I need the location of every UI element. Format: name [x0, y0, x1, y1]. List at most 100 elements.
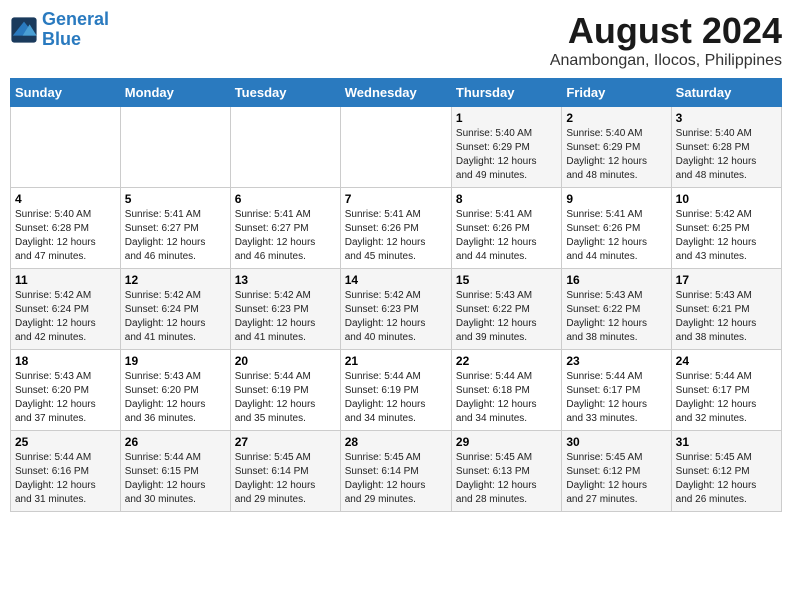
calendar-cell: 13 Sunrise: 5:42 AM Sunset: 6:23 PM Dayli… — [230, 269, 340, 350]
day-number: 28 — [345, 435, 447, 449]
day-info: Sunrise: 5:42 AM Sunset: 6:25 PM Dayligh… — [676, 208, 777, 264]
day-info: Sunrise: 5:40 AM Sunset: 6:28 PM Dayligh… — [676, 127, 777, 183]
day-number: 30 — [566, 435, 666, 449]
day-number: 10 — [676, 192, 777, 206]
column-header-wednesday: Wednesday — [340, 79, 451, 107]
day-number: 23 — [566, 354, 666, 368]
logo: General Blue — [10, 10, 109, 50]
calendar-cell: 7Sunrise: 5:41 AM Sunset: 6:26 PM Daylig… — [340, 188, 451, 269]
calendar-cell: 26 Sunrise: 5:44 AM Sunset: 6:15 PM Dayli… — [120, 431, 230, 512]
calendar-cell: 28 Sunrise: 5:45 AM Sunset: 6:14 PM Dayli… — [340, 431, 451, 512]
day-number: 15 — [456, 273, 557, 287]
day-info: Sunrise: 5:44 AM Sunset: 6:15 PM Dayligh… — [125, 451, 226, 507]
day-info: Sunrise: 5:42 AM Sunset: 6:23 PM Dayligh… — [345, 289, 447, 345]
day-number: 17 — [676, 273, 777, 287]
day-info: Sunrise: 5:43 AM Sunset: 6:20 PM Dayligh… — [125, 370, 226, 426]
calendar-cell: 12Sunrise: 5:42 AM Sunset: 6:24 PM Dayli… — [120, 269, 230, 350]
day-number: 11 — [15, 273, 116, 287]
day-number: 5 — [125, 192, 226, 206]
day-number: 22 — [456, 354, 557, 368]
calendar-cell: 21Sunrise: 5:44 AM Sunset: 6:19 PM Dayli… — [340, 350, 451, 431]
day-number: 26 — [125, 435, 226, 449]
calendar-cell: 5 Sunrise: 5:41 AM Sunset: 6:27 PM Daylig… — [120, 188, 230, 269]
calendar-cell: 19 Sunrise: 5:43 AM Sunset: 6:20 PM Dayli… — [120, 350, 230, 431]
logo-text: General Blue — [42, 10, 109, 50]
title-block: August 2024 Anambongan, Ilocos, Philippi… — [550, 10, 782, 70]
calendar-cell: 27Sunrise: 5:45 AM Sunset: 6:14 PM Dayli… — [230, 431, 340, 512]
day-number: 3 — [676, 111, 777, 125]
calendar-cell: 3 Sunrise: 5:40 AM Sunset: 6:28 PM Daylig… — [671, 107, 781, 188]
day-number: 21 — [345, 354, 447, 368]
day-number: 24 — [676, 354, 777, 368]
day-info: Sunrise: 5:41 AM Sunset: 6:26 PM Dayligh… — [566, 208, 666, 264]
column-header-tuesday: Tuesday — [230, 79, 340, 107]
day-number: 18 — [15, 354, 116, 368]
day-number: 2 — [566, 111, 666, 125]
calendar-cell: 16 Sunrise: 5:43 AM Sunset: 6:22 PM Dayli… — [562, 269, 671, 350]
day-info: Sunrise: 5:40 AM Sunset: 6:29 PM Dayligh… — [566, 127, 666, 183]
calendar-cell — [11, 107, 121, 188]
day-number: 14 — [345, 273, 447, 287]
logo-icon — [10, 16, 38, 44]
day-info: Sunrise: 5:40 AM Sunset: 6:29 PM Dayligh… — [456, 127, 557, 183]
day-info: Sunrise: 5:43 AM Sunset: 6:22 PM Dayligh… — [566, 289, 666, 345]
main-title: August 2024 — [550, 10, 782, 52]
column-header-friday: Friday — [562, 79, 671, 107]
page-header: General Blue August 2024 Anambongan, Ilo… — [10, 10, 782, 70]
calendar-cell: 20Sunrise: 5:44 AM Sunset: 6:19 PM Dayli… — [230, 350, 340, 431]
column-header-saturday: Saturday — [671, 79, 781, 107]
day-info: Sunrise: 5:44 AM Sunset: 6:17 PM Dayligh… — [566, 370, 666, 426]
calendar-cell: 29Sunrise: 5:45 AM Sunset: 6:13 PM Dayli… — [451, 431, 561, 512]
day-info: Sunrise: 5:45 AM Sunset: 6:12 PM Dayligh… — [676, 451, 777, 507]
calendar-cell — [230, 107, 340, 188]
day-info: Sunrise: 5:43 AM Sunset: 6:20 PM Dayligh… — [15, 370, 116, 426]
day-info: Sunrise: 5:43 AM Sunset: 6:22 PM Dayligh… — [456, 289, 557, 345]
day-number: 9 — [566, 192, 666, 206]
calendar-week-4: 18 Sunrise: 5:43 AM Sunset: 6:20 PM Dayli… — [11, 350, 782, 431]
day-info: Sunrise: 5:40 AM Sunset: 6:28 PM Dayligh… — [15, 208, 116, 264]
calendar-cell: 25 Sunrise: 5:44 AM Sunset: 6:16 PM Dayli… — [11, 431, 121, 512]
calendar-cell: 14 Sunrise: 5:42 AM Sunset: 6:23 PM Dayli… — [340, 269, 451, 350]
calendar-cell: 22Sunrise: 5:44 AM Sunset: 6:18 PM Dayli… — [451, 350, 561, 431]
calendar-cell: 23 Sunrise: 5:44 AM Sunset: 6:17 PM Dayli… — [562, 350, 671, 431]
day-info: Sunrise: 5:42 AM Sunset: 6:24 PM Dayligh… — [125, 289, 226, 345]
day-info: Sunrise: 5:44 AM Sunset: 6:17 PM Dayligh… — [676, 370, 777, 426]
calendar-cell: 1Sunrise: 5:40 AM Sunset: 6:29 PM Daylig… — [451, 107, 561, 188]
calendar-cell: 31 Sunrise: 5:45 AM Sunset: 6:12 PM Dayli… — [671, 431, 781, 512]
day-number: 8 — [456, 192, 557, 206]
day-info: Sunrise: 5:41 AM Sunset: 6:27 PM Dayligh… — [235, 208, 336, 264]
calendar-cell: 11 Sunrise: 5:42 AM Sunset: 6:24 PM Dayli… — [11, 269, 121, 350]
day-info: Sunrise: 5:41 AM Sunset: 6:26 PM Dayligh… — [345, 208, 447, 264]
calendar-cell: 10 Sunrise: 5:42 AM Sunset: 6:25 PM Dayli… — [671, 188, 781, 269]
calendar-cell — [340, 107, 451, 188]
day-info: Sunrise: 5:41 AM Sunset: 6:27 PM Dayligh… — [125, 208, 226, 264]
calendar-cell: 17Sunrise: 5:43 AM Sunset: 6:21 PM Dayli… — [671, 269, 781, 350]
column-header-thursday: Thursday — [451, 79, 561, 107]
calendar-header: SundayMondayTuesdayWednesdayThursdayFrid… — [11, 79, 782, 107]
column-header-monday: Monday — [120, 79, 230, 107]
calendar-cell: 6 Sunrise: 5:41 AM Sunset: 6:27 PM Daylig… — [230, 188, 340, 269]
column-header-sunday: Sunday — [11, 79, 121, 107]
calendar-week-5: 25 Sunrise: 5:44 AM Sunset: 6:16 PM Dayli… — [11, 431, 782, 512]
day-info: Sunrise: 5:44 AM Sunset: 6:16 PM Dayligh… — [15, 451, 116, 507]
day-number: 31 — [676, 435, 777, 449]
day-number: 19 — [125, 354, 226, 368]
calendar-cell: 24 Sunrise: 5:44 AM Sunset: 6:17 PM Dayli… — [671, 350, 781, 431]
day-number: 13 — [235, 273, 336, 287]
subtitle: Anambongan, Ilocos, Philippines — [550, 52, 782, 70]
day-number: 16 — [566, 273, 666, 287]
calendar-week-3: 11 Sunrise: 5:42 AM Sunset: 6:24 PM Dayli… — [11, 269, 782, 350]
calendar-cell: 4 Sunrise: 5:40 AM Sunset: 6:28 PM Daylig… — [11, 188, 121, 269]
day-info: Sunrise: 5:42 AM Sunset: 6:23 PM Dayligh… — [235, 289, 336, 345]
day-number: 6 — [235, 192, 336, 206]
day-number: 29 — [456, 435, 557, 449]
day-info: Sunrise: 5:41 AM Sunset: 6:26 PM Dayligh… — [456, 208, 557, 264]
calendar-cell: 30Sunrise: 5:45 AM Sunset: 6:12 PM Dayli… — [562, 431, 671, 512]
calendar-cell: 8 Sunrise: 5:41 AM Sunset: 6:26 PM Daylig… — [451, 188, 561, 269]
calendar-cell: 2 Sunrise: 5:40 AM Sunset: 6:29 PM Daylig… — [562, 107, 671, 188]
calendar-cell — [120, 107, 230, 188]
day-number: 25 — [15, 435, 116, 449]
day-number: 4 — [15, 192, 116, 206]
day-info: Sunrise: 5:45 AM Sunset: 6:14 PM Dayligh… — [345, 451, 447, 507]
day-info: Sunrise: 5:42 AM Sunset: 6:24 PM Dayligh… — [15, 289, 116, 345]
